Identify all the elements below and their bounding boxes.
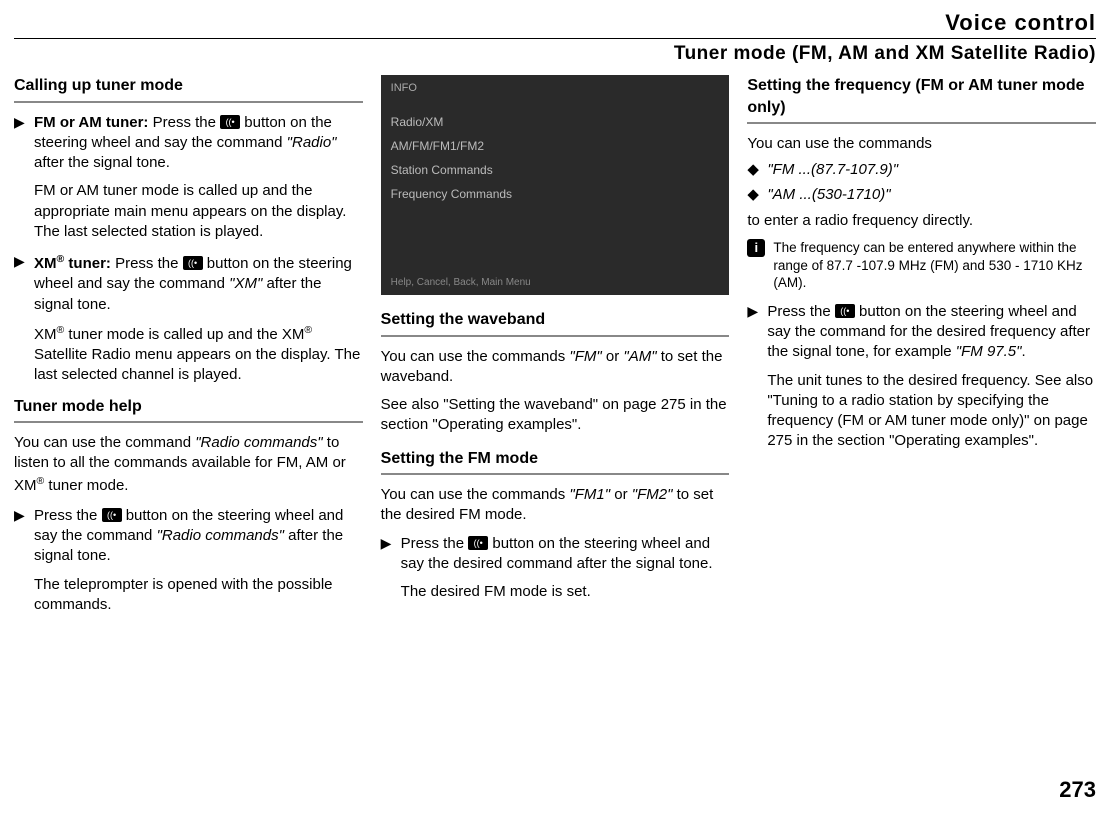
bullet-icon: ◆	[747, 160, 767, 180]
step-result: The desired FM mode is set.	[401, 582, 730, 602]
heading-calling-up-tuner: Calling up tuner mode	[14, 75, 363, 99]
ss-menu-item: Station Commands	[391, 162, 720, 178]
voice-button-icon: ((•	[102, 508, 122, 522]
text: Press the	[111, 255, 183, 272]
step-result: The unit tunes to the desired frequency.…	[767, 371, 1096, 452]
rule	[747, 122, 1096, 124]
info-text: The frequency can be entered anywhere wi…	[773, 239, 1096, 292]
voice-button-icon: ((•	[835, 304, 855, 318]
rule	[14, 101, 363, 103]
info-note: i The frequency can be entered anywhere …	[747, 239, 1096, 292]
heading-tuner-mode-help: Tuner mode help	[14, 396, 363, 420]
text: after the signal tone.	[34, 154, 170, 171]
text: .	[1021, 343, 1025, 360]
step-result: The teleprompter is opened with the poss…	[34, 575, 363, 616]
voice-command: "FM ...(87.7-107.9)"	[767, 160, 898, 180]
sup: ®	[304, 324, 312, 336]
text: or	[602, 348, 624, 365]
ss-menu-item: Frequency Commands	[391, 186, 720, 202]
voice-command: "FM2"	[632, 486, 673, 503]
paragraph: to enter a radio frequency directly.	[747, 211, 1096, 231]
step-result: XM® tuner mode is called up and the XM® …	[34, 323, 363, 386]
column-1: Calling up tuner mode ▶ FM or AM tuner: …	[14, 75, 363, 625]
rule	[381, 473, 730, 475]
rule	[14, 421, 363, 423]
display-screenshot: INFO Radio/XM AM/FM/FM1/FM2 Station Comm…	[381, 75, 730, 295]
step-radio-commands: ▶ Press the ((• button on the steering w…	[14, 506, 363, 567]
step-body: Press the ((• button on the steering whe…	[767, 302, 1096, 363]
page: Voice control Tuner mode (FM, AM and XM …	[0, 0, 1110, 813]
voice-button-icon: ((•	[220, 115, 240, 129]
step-lead: FM or AM tuner:	[34, 114, 148, 131]
text: tuner mode.	[44, 477, 128, 494]
text: tuner:	[64, 255, 111, 272]
text: XM	[34, 326, 57, 343]
voice-command: "XM"	[229, 275, 262, 292]
ss-footer: Help, Cancel, Back, Main Menu	[391, 276, 720, 290]
heading-setting-waveband: Setting the waveband	[381, 309, 730, 333]
text: tuner mode is called up and the XM	[64, 326, 304, 343]
triangle-icon: ▶	[381, 534, 401, 575]
content-columns: Calling up tuner mode ▶ FM or AM tuner: …	[14, 75, 1096, 625]
triangle-icon: ▶	[747, 302, 767, 363]
text: Press the	[34, 507, 102, 524]
text: or	[610, 486, 632, 503]
step-fm-am-tuner: ▶ FM or AM tuner: Press the ((• button o…	[14, 113, 363, 174]
voice-command: "AM"	[623, 348, 656, 365]
voice-command: "Radio commands"	[157, 527, 284, 544]
voice-command: "FM 97.5"	[956, 343, 1022, 360]
paragraph: You can use the command "Radio commands"…	[14, 433, 363, 496]
running-header: Voice control	[14, 10, 1096, 36]
heading-setting-fm-mode: Setting the FM mode	[381, 448, 730, 472]
triangle-icon: ▶	[14, 506, 34, 567]
voice-command: "FM1"	[569, 486, 610, 503]
voice-command: "AM ...(530-1710)"	[767, 185, 890, 205]
page-subheader: Tuner mode (FM, AM and XM Satellite Radi…	[14, 38, 1096, 65]
step-fm-mode: ▶ Press the ((• button on the steering w…	[381, 534, 730, 575]
text: You can use the command	[14, 434, 195, 451]
text: Press the	[767, 303, 835, 320]
voice-button-icon: ((•	[183, 256, 203, 270]
ss-top-bar: INFO	[391, 81, 720, 96]
paragraph: See also "Setting the waveband" on page …	[381, 395, 730, 436]
text: Press the	[148, 114, 220, 131]
step-result: FM or AM tuner mode is called up and the…	[34, 181, 363, 242]
bullet-am-range: ◆ "AM ...(530-1710)"	[747, 185, 1096, 205]
ss-menu-item: AM/FM/FM1/FM2	[391, 138, 720, 154]
step-body: Press the ((• button on the steering whe…	[401, 534, 730, 575]
step-set-frequency: ▶ Press the ((• button on the steering w…	[747, 302, 1096, 363]
step-body: Press the ((• button on the steering whe…	[34, 506, 363, 567]
text: You can use the commands	[381, 348, 570, 365]
paragraph: You can use the commands "FM1" or "FM2" …	[381, 485, 730, 526]
step-xm-tuner: ▶ XM® tuner: Press the ((• button on the…	[14, 252, 363, 315]
text: You can use the commands	[381, 486, 570, 503]
triangle-icon: ▶	[14, 113, 34, 174]
ss-menu-item: Radio/XM	[391, 114, 720, 130]
step-lead: XM® tuner:	[34, 255, 111, 272]
voice-command: "Radio"	[287, 134, 337, 151]
voice-command: "FM"	[569, 348, 601, 365]
triangle-icon: ▶	[14, 252, 34, 315]
page-number: 273	[1059, 777, 1096, 803]
text: Satellite Radio menu appears on the disp…	[34, 346, 360, 383]
text: Press the	[401, 535, 469, 552]
paragraph: You can use the commands	[747, 134, 1096, 154]
column-2: INFO Radio/XM AM/FM/FM1/FM2 Station Comm…	[381, 75, 730, 625]
bullet-icon: ◆	[747, 185, 767, 205]
step-body: FM or AM tuner: Press the ((• button on …	[34, 113, 363, 174]
bullet-fm-range: ◆ "FM ...(87.7-107.9)"	[747, 160, 1096, 180]
voice-command: "Radio commands"	[195, 434, 322, 451]
heading-setting-frequency: Setting the frequency (FM or AM tuner mo…	[747, 75, 1096, 120]
info-icon: i	[747, 239, 765, 257]
rule	[381, 335, 730, 337]
text: XM	[34, 255, 57, 272]
step-body: XM® tuner: Press the ((• button on the s…	[34, 252, 363, 315]
paragraph: You can use the commands "FM" or "AM" to…	[381, 347, 730, 388]
column-3: Setting the frequency (FM or AM tuner mo…	[747, 75, 1096, 625]
voice-button-icon: ((•	[468, 536, 488, 550]
